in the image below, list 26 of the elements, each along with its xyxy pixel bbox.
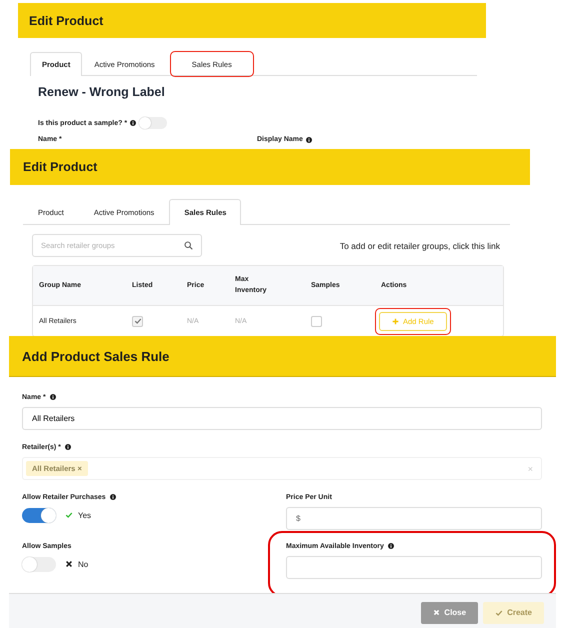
product-name: Renew - Wrong Label — [38, 85, 166, 99]
panel-title: Edit Product — [29, 14, 104, 28]
info-icon — [64, 444, 71, 450]
price-field[interactable]: $ — [286, 507, 542, 530]
panel-title: Edit Product — [23, 160, 98, 174]
check-icon — [65, 511, 73, 519]
toggle-state-text: No — [78, 560, 88, 568]
toggle-switch[interactable] — [22, 556, 56, 572]
info-icon — [110, 494, 116, 500]
info-icon — [388, 543, 394, 549]
close-icon — [433, 609, 440, 616]
info-icon — [130, 120, 136, 126]
check-icon — [495, 608, 504, 616]
checkbox[interactable] — [311, 316, 322, 326]
inventory-field[interactable] — [286, 556, 542, 579]
checkbox[interactable] — [132, 316, 143, 326]
cross-icon — [65, 560, 73, 568]
plus-icon — [392, 318, 399, 324]
info-icon — [50, 394, 56, 400]
dialog-title: Add Product Sales Rule — [22, 348, 170, 364]
toggle-switch[interactable] — [139, 117, 168, 129]
hint-text: To add or edit retailer groups, click this link — [340, 240, 500, 250]
name-field[interactable]: All Retailers — [22, 407, 542, 430]
toggle-switch[interactable] — [22, 508, 56, 522]
search-icon[interactable] — [184, 241, 193, 250]
toggle-state-text: Yes — [78, 510, 92, 520]
